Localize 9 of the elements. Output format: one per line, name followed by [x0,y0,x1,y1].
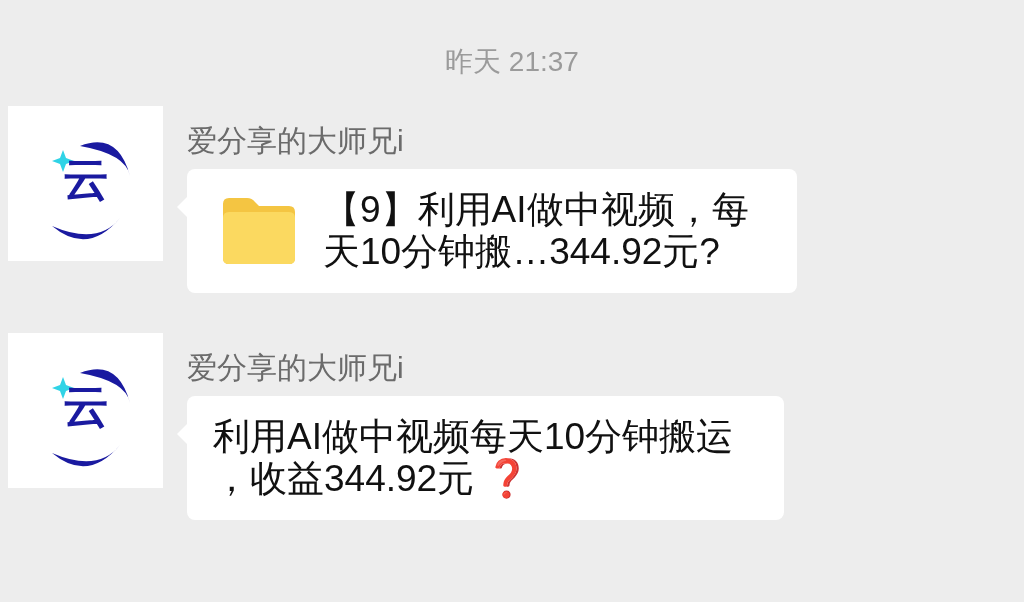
timestamp: 昨天 21:37 [445,48,579,76]
avatar-logo-text: 云 [63,383,109,429]
message-text: 利用AI做中视频每天10分钟搬运，收益344.92元 ❓ [213,416,735,500]
sender-name: 爱分享的大师兄i [187,353,404,383]
avatar[interactable]: 云 [8,333,163,488]
sender-name: 爱分享的大师兄i [187,126,404,156]
avatar[interactable]: 云 [8,106,163,261]
file-name: 【9】利用AI做中视频，每天10分钟搬…344.92元? [323,189,750,273]
avatar-logo-text: 云 [63,156,109,202]
